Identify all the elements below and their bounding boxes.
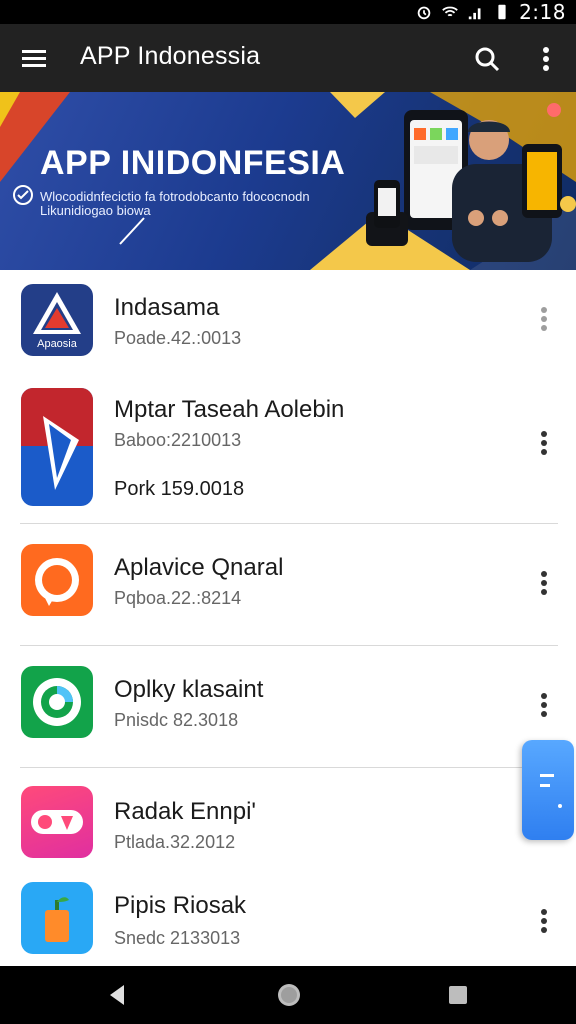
more-vert-icon[interactable] [534,304,554,334]
more-vert-icon[interactable] [534,568,554,598]
back-triangle-icon[interactable] [104,982,130,1008]
more-vert-icon[interactable] [532,42,560,76]
search-icon[interactable] [470,42,504,76]
alarm-icon [417,6,431,20]
app-bar: APP Indonessia [0,24,576,92]
battery-icon [498,4,506,20]
app-meta: Pnisdc 82.3018 [114,710,239,730]
app-meta: Baboo:2210013 [114,430,242,450]
list-item[interactable]: Aplavice Qnaral Pqboa.22.:8214 [0,524,576,646]
svg-text:Apaosia: Apaosia [37,338,78,350]
app-icon-oplky [21,666,93,738]
recents-square-icon[interactable] [446,983,470,1007]
signal-icon [468,8,481,20]
list-item[interactable]: Apaosia Indasama Poade.42.:0013 [0,270,576,380]
app-name: Oplky klasaint [114,676,264,703]
app-meta: Ptlada.32.2012 [114,832,236,852]
list-item[interactable]: Pipis Riosak Snedc 2133013 [0,876,576,966]
app-meta: Poade.42.:0013 [114,328,242,348]
list-item[interactable]: Mptar Taseah Aolebin Baboo:2210013 Pork … [0,380,576,524]
app-meta: Pqboa.22.:8214 [114,588,242,608]
app-icon-indasama: Apaosia [21,284,93,356]
app-name: Pipis Riosak [114,892,247,919]
status-time: 2:18 [519,0,566,24]
check-circle-icon [13,185,33,205]
floating-action-button[interactable] [522,740,574,840]
more-vert-icon[interactable] [534,690,554,720]
fab-icon [540,774,562,808]
app-name: Radak Ennpi' [114,798,257,825]
promo-banner[interactable]: APP INIDONFESIA Wlocodidnfecictio fa fot… [0,92,576,270]
banner-title: APP INIDONFESIA [40,144,346,182]
status-bar: 2:18 [0,0,576,24]
app-extra: Pork 159.0018 [114,478,245,500]
list-item[interactable]: Oplky klasaint Pnisdc 82.3018 [0,646,576,768]
app-meta: Snedc 2133013 [114,928,241,948]
wifi-icon [442,6,458,17]
app-icon-radak [21,786,93,858]
app-icon-pipis [21,882,93,954]
hamburger-menu-icon[interactable] [16,41,52,77]
more-vert-icon[interactable] [534,906,554,936]
app-title: APP Indonessia [80,42,261,70]
app-name: Aplavice Qnaral [114,554,284,581]
app-name: Indasama [114,294,220,321]
navigation-bar [0,966,576,1024]
status-icons: 2:18 [415,0,566,24]
app-name: Mptar Taseah Aolebin [114,396,345,423]
app-icon-aplavice [21,544,93,616]
home-circle-icon[interactable] [275,981,303,1009]
app-icon-mptar [21,388,93,506]
more-vert-icon[interactable] [534,428,554,458]
list-item[interactable]: Radak Ennpi' Ptlada.32.2012 [0,768,576,876]
banner-subtitle: Wlocodidnfecictio fa fotrodobcanto fdoco… [40,189,310,218]
